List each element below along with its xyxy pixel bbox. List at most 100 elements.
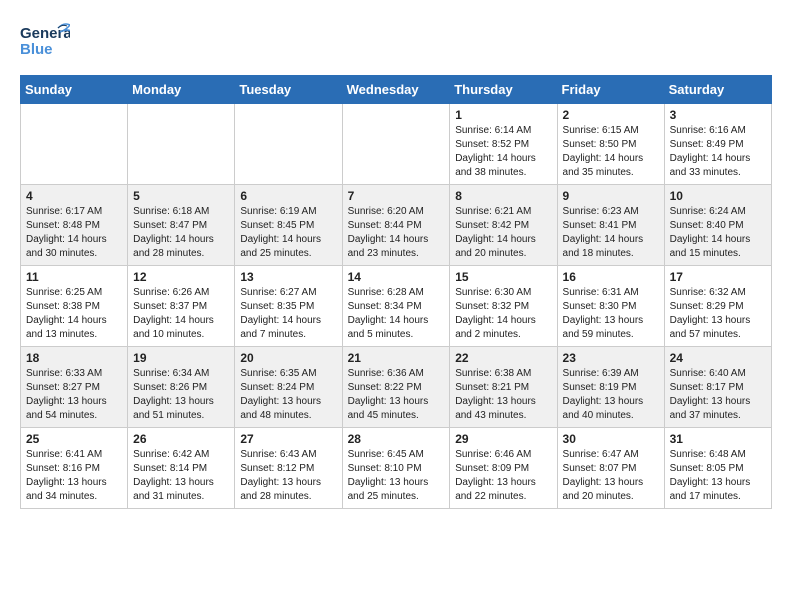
calendar-week-4: 18 Sunrise: 6:33 AMSunset: 8:27 PMDayligh… — [21, 347, 772, 428]
day-number: 4 — [26, 189, 122, 203]
calendar-cell: 21Sunrise: 6:36 AMSunset: 8:22 PMDayligh… — [342, 347, 450, 428]
calendar-cell: 20 Sunrise: 6:35 AMSunset: 8:24 PMDayligh… — [235, 347, 342, 428]
calendar-cell: 19 Sunrise: 6:34 AMSunset: 8:26 PMDayligh… — [128, 347, 235, 428]
day-info: Sunrise: 6:42 AMSunset: 8:14 PMDaylight:… — [133, 448, 229, 504]
calendar-cell: 17Sunrise: 6:32 AMSunset: 8:29 PMDayligh… — [664, 266, 771, 347]
calendar-week-1: 1Sunrise: 6:14 AMSunset: 8:52 PMDaylight… — [21, 104, 772, 185]
day-info: Sunrise: 6:41 AMSunset: 8:16 PMDaylight:… — [26, 448, 122, 504]
day-info: Sunrise: 6:18 AMSunset: 8:47 PMDaylight:… — [133, 205, 229, 261]
calendar-week-5: 25 Sunrise: 6:41 AMSunset: 8:16 PMDayligh… — [21, 428, 772, 509]
calendar-cell: 30 Sunrise: 6:47 AMSunset: 8:07 PMDayligh… — [557, 428, 664, 509]
calendar-week-2: 4 Sunrise: 6:17 AMSunset: 8:48 PMDaylight… — [21, 185, 772, 266]
day-info: Sunrise: 6:16 AMSunset: 8:49 PMDaylight:… — [670, 124, 766, 180]
day-number: 9 — [563, 189, 659, 203]
day-number: 30 — [563, 432, 659, 446]
day-number: 18 — [26, 351, 122, 365]
day-number: 13 — [240, 270, 336, 284]
calendar-cell: 12 Sunrise: 6:26 AMSunset: 8:37 PMDayligh… — [128, 266, 235, 347]
calendar-cell: 14 Sunrise: 6:28 AMSunset: 8:34 PMDayligh… — [342, 266, 450, 347]
calendar-cell: 7 Sunrise: 6:20 AMSunset: 8:44 PMDaylight… — [342, 185, 450, 266]
day-number: 3 — [670, 108, 766, 122]
day-number: 20 — [240, 351, 336, 365]
calendar-cell: 29Sunrise: 6:46 AMSunset: 8:09 PMDayligh… — [450, 428, 557, 509]
calendar-header-row: SundayMondayTuesdayWednesdayThursdayFrid… — [21, 76, 772, 104]
calendar-cell: 10 Sunrise: 6:24 AMSunset: 8:40 PMDayligh… — [664, 185, 771, 266]
day-number: 25 — [26, 432, 122, 446]
logo: General Blue — [20, 20, 70, 65]
weekday-header-sunday: Sunday — [21, 76, 128, 104]
day-info: Sunrise: 6:40 AMSunset: 8:17 PMDaylight:… — [670, 367, 766, 423]
day-info: Sunrise: 6:28 AMSunset: 8:34 PMDaylight:… — [348, 286, 445, 342]
day-number: 11 — [26, 270, 122, 284]
day-info: Sunrise: 6:43 AMSunset: 8:12 PMDaylight:… — [240, 448, 336, 504]
day-info: Sunrise: 6:24 AMSunset: 8:40 PMDaylight:… — [670, 205, 766, 261]
day-info: Sunrise: 6:46 AMSunset: 8:09 PMDaylight:… — [455, 448, 551, 504]
day-info: Sunrise: 6:19 AMSunset: 8:45 PMDaylight:… — [240, 205, 336, 261]
day-number: 12 — [133, 270, 229, 284]
day-number: 26 — [133, 432, 229, 446]
day-number: 16 — [563, 270, 659, 284]
day-info: Sunrise: 6:47 AMSunset: 8:07 PMDaylight:… — [563, 448, 659, 504]
calendar-cell: 25 Sunrise: 6:41 AMSunset: 8:16 PMDayligh… — [21, 428, 128, 509]
calendar-cell: 9 Sunrise: 6:23 AMSunset: 8:41 PMDaylight… — [557, 185, 664, 266]
day-number: 7 — [348, 189, 445, 203]
day-number: 23 — [563, 351, 659, 365]
calendar-cell: 8Sunrise: 6:21 AMSunset: 8:42 PMDaylight… — [450, 185, 557, 266]
day-number: 15 — [455, 270, 551, 284]
day-info: Sunrise: 6:23 AMSunset: 8:41 PMDaylight:… — [563, 205, 659, 261]
calendar-cell: 31Sunrise: 6:48 AMSunset: 8:05 PMDayligh… — [664, 428, 771, 509]
svg-text:General: General — [20, 25, 70, 42]
calendar-cell: 18 Sunrise: 6:33 AMSunset: 8:27 PMDayligh… — [21, 347, 128, 428]
calendar-cell: 2Sunrise: 6:15 AMSunset: 8:50 PMDaylight… — [557, 104, 664, 185]
calendar-cell: 16 Sunrise: 6:31 AMSunset: 8:30 PMDayligh… — [557, 266, 664, 347]
calendar-cell: 4 Sunrise: 6:17 AMSunset: 8:48 PMDaylight… — [21, 185, 128, 266]
day-number: 21 — [348, 351, 445, 365]
day-info: Sunrise: 6:35 AMSunset: 8:24 PMDaylight:… — [240, 367, 336, 423]
day-number: 10 — [670, 189, 766, 203]
day-info: Sunrise: 6:14 AMSunset: 8:52 PMDaylight:… — [455, 124, 551, 180]
day-info: Sunrise: 6:33 AMSunset: 8:27 PMDaylight:… — [26, 367, 122, 423]
day-info: Sunrise: 6:39 AMSunset: 8:19 PMDaylight:… — [563, 367, 659, 423]
calendar-table: SundayMondayTuesdayWednesdayThursdayFrid… — [20, 75, 772, 509]
calendar-cell: 11 Sunrise: 6:25 AMSunset: 8:38 PMDayligh… — [21, 266, 128, 347]
calendar-cell: 24 Sunrise: 6:40 AMSunset: 8:17 PMDayligh… — [664, 347, 771, 428]
day-info: Sunrise: 6:30 AMSunset: 8:32 PMDaylight:… — [455, 286, 551, 342]
day-info: Sunrise: 6:17 AMSunset: 8:48 PMDaylight:… — [26, 205, 122, 261]
svg-text:Blue: Blue — [20, 41, 53, 58]
calendar-cell — [128, 104, 235, 185]
calendar-week-3: 11 Sunrise: 6:25 AMSunset: 8:38 PMDayligh… — [21, 266, 772, 347]
calendar-cell: 28Sunrise: 6:45 AMSunset: 8:10 PMDayligh… — [342, 428, 450, 509]
day-number: 27 — [240, 432, 336, 446]
calendar-cell: 6Sunrise: 6:19 AMSunset: 8:45 PMDaylight… — [235, 185, 342, 266]
day-number: 19 — [133, 351, 229, 365]
day-info: Sunrise: 6:21 AMSunset: 8:42 PMDaylight:… — [455, 205, 551, 261]
day-number: 28 — [348, 432, 445, 446]
weekday-header-thursday: Thursday — [450, 76, 557, 104]
day-info: Sunrise: 6:31 AMSunset: 8:30 PMDaylight:… — [563, 286, 659, 342]
weekday-header-monday: Monday — [128, 76, 235, 104]
day-info: Sunrise: 6:38 AMSunset: 8:21 PMDaylight:… — [455, 367, 551, 423]
calendar-cell: 15 Sunrise: 6:30 AMSunset: 8:32 PMDayligh… — [450, 266, 557, 347]
day-info: Sunrise: 6:32 AMSunset: 8:29 PMDaylight:… — [670, 286, 766, 342]
day-number: 5 — [133, 189, 229, 203]
day-info: Sunrise: 6:20 AMSunset: 8:44 PMDaylight:… — [348, 205, 445, 261]
weekday-header-friday: Friday — [557, 76, 664, 104]
day-number: 31 — [670, 432, 766, 446]
calendar-cell — [342, 104, 450, 185]
weekday-header-saturday: Saturday — [664, 76, 771, 104]
weekday-header-tuesday: Tuesday — [235, 76, 342, 104]
day-info: Sunrise: 6:25 AMSunset: 8:38 PMDaylight:… — [26, 286, 122, 342]
calendar-cell: 22 Sunrise: 6:38 AMSunset: 8:21 PMDayligh… — [450, 347, 557, 428]
day-info: Sunrise: 6:26 AMSunset: 8:37 PMDaylight:… — [133, 286, 229, 342]
calendar-cell: 5 Sunrise: 6:18 AMSunset: 8:47 PMDaylight… — [128, 185, 235, 266]
day-number: 24 — [670, 351, 766, 365]
calendar-cell — [235, 104, 342, 185]
calendar-cell — [21, 104, 128, 185]
day-info: Sunrise: 6:27 AMSunset: 8:35 PMDaylight:… — [240, 286, 336, 342]
day-number: 22 — [455, 351, 551, 365]
day-info: Sunrise: 6:34 AMSunset: 8:26 PMDaylight:… — [133, 367, 229, 423]
day-number: 14 — [348, 270, 445, 284]
weekday-header-wednesday: Wednesday — [342, 76, 450, 104]
calendar-cell: 23 Sunrise: 6:39 AMSunset: 8:19 PMDayligh… — [557, 347, 664, 428]
page-header: General Blue — [20, 20, 772, 65]
